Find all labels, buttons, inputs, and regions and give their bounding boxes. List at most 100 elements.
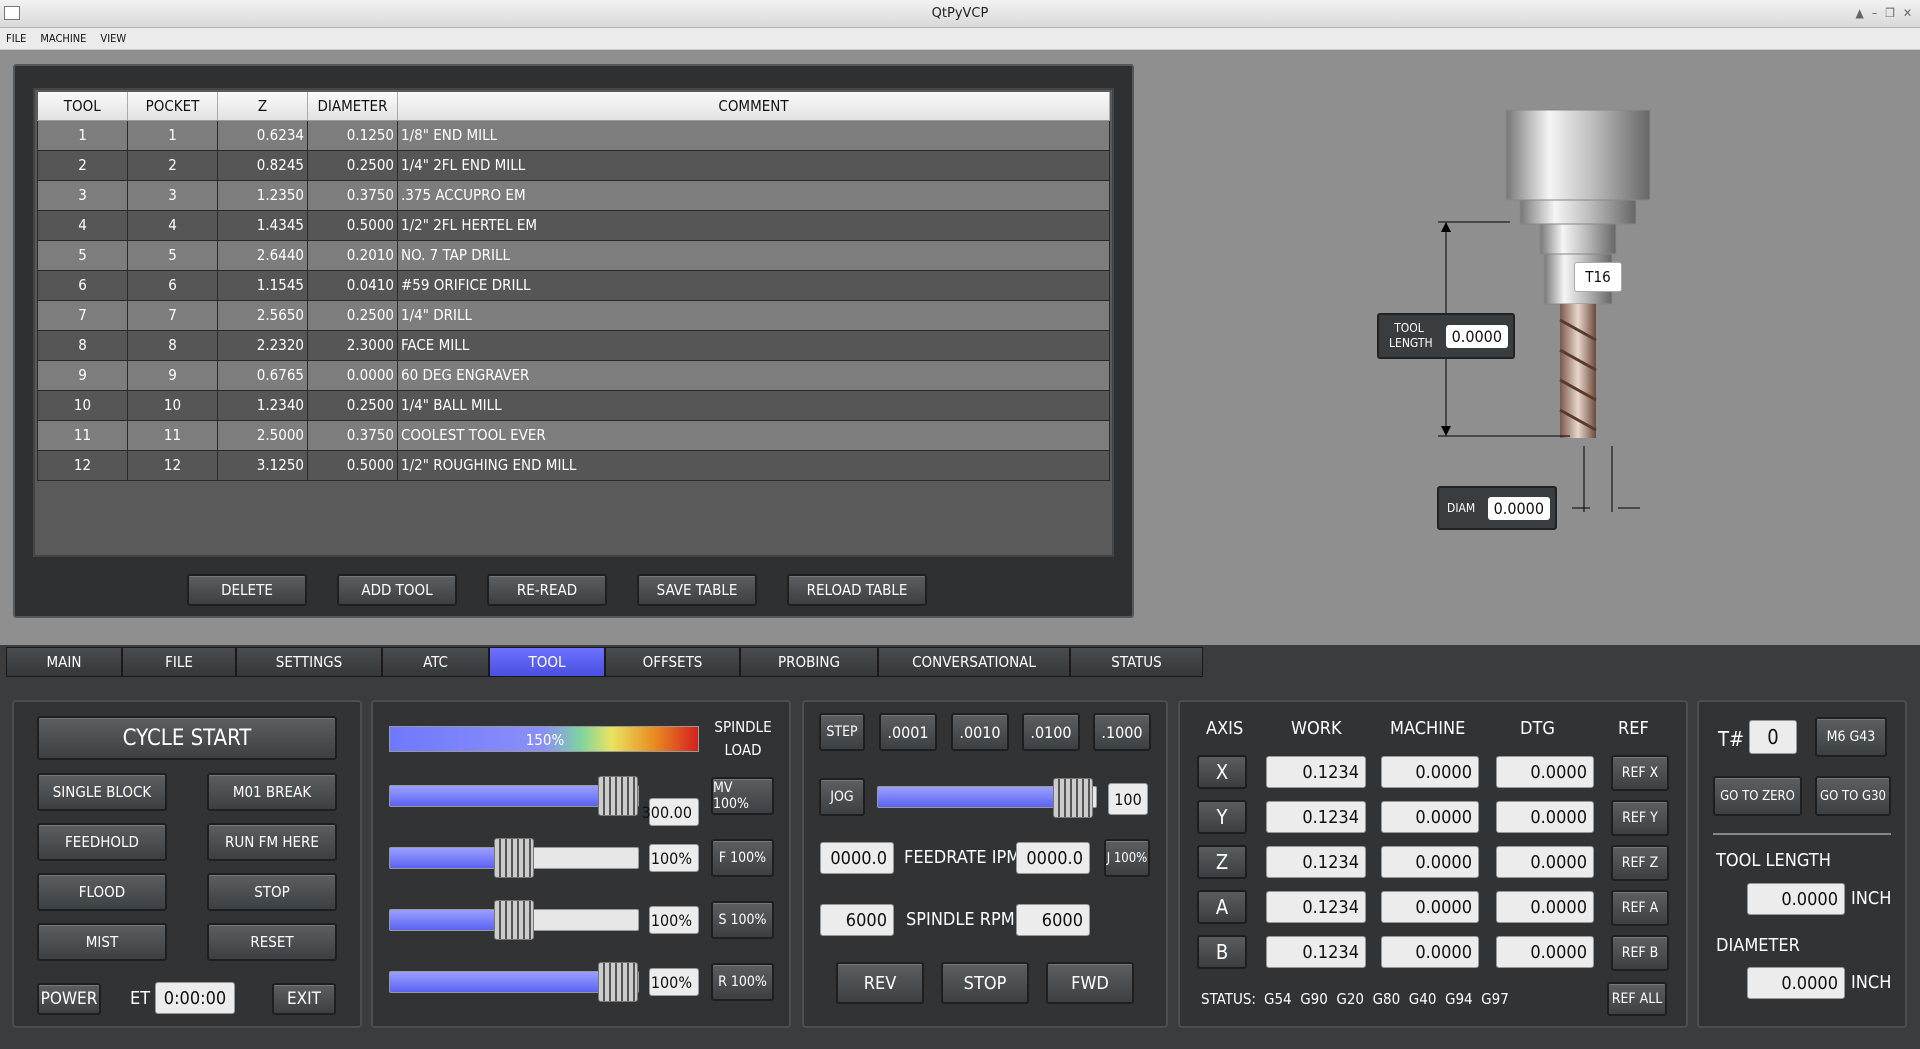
tab-file[interactable]: FILE — [122, 647, 236, 677]
flood-button[interactable]: FLOOD — [37, 873, 167, 911]
comment-cell[interactable]: FACE MILL — [397, 329, 1110, 361]
run-from-here-button[interactable]: RUN FM HERE — [207, 823, 337, 861]
col-pocket[interactable]: POCKET — [127, 92, 218, 121]
increment-0001-button[interactable]: .0001 — [879, 713, 937, 751]
rapid-override-handle[interactable] — [598, 962, 638, 1002]
comment-cell[interactable]: COOLEST TOOL EVER — [397, 419, 1110, 451]
z-cell[interactable]: 2.6440 — [217, 239, 308, 271]
m6-g43-button[interactable]: M6 G43 — [1815, 717, 1887, 757]
reload-table-button[interactable]: RELOAD TABLE — [787, 574, 927, 606]
tab-settings[interactable]: SETTINGS — [236, 647, 382, 677]
maximize-icon[interactable]: ❐ — [1885, 6, 1895, 20]
table-row[interactable]: 9 9 0.6765 0.0000 60 DEG ENGRAVER — [37, 359, 1110, 391]
spindle-fwd-button[interactable]: FWD — [1046, 962, 1134, 1004]
diameter-cell[interactable]: 0.2010 — [307, 239, 398, 271]
up-icon[interactable]: ▲ — [1856, 6, 1864, 20]
save-table-button[interactable]: SAVE TABLE — [637, 574, 757, 606]
table-row[interactable]: 5 5 2.6440 0.2010 NO. 7 TAP DRILL — [37, 239, 1110, 271]
tool-number-input[interactable]: 0 — [1749, 720, 1797, 754]
step-button[interactable]: STEP — [819, 713, 865, 751]
pocket-cell[interactable]: 5 — [127, 239, 218, 271]
jog-100-button[interactable]: J 100% — [1104, 839, 1150, 877]
comment-cell[interactable]: 1/4" BALL MILL — [397, 389, 1110, 421]
tab-status[interactable]: STATUS — [1070, 647, 1203, 677]
pocket-cell[interactable]: 2 — [127, 149, 218, 181]
table-row[interactable]: 12 12 3.1250 0.5000 1/2" ROUGHING END MILL — [37, 449, 1110, 481]
z-cell[interactable]: 2.5000 — [217, 419, 308, 451]
col-diameter[interactable]: DIAMETER — [307, 92, 398, 121]
ref-z-button[interactable]: REF Z — [1611, 845, 1669, 881]
go-to-g30-button[interactable]: GO TO G30 — [1815, 776, 1891, 816]
diameter-cell[interactable]: 0.0000 — [307, 359, 398, 391]
comment-cell[interactable]: NO. 7 TAP DRILL — [397, 239, 1110, 271]
z-cell[interactable]: 0.6234 — [217, 119, 308, 151]
comment-cell[interactable]: 60 DEG ENGRAVER — [397, 359, 1110, 391]
tab-probing[interactable]: PROBING — [740, 647, 878, 677]
spindle-override-reset-button[interactable]: S 100% — [711, 901, 774, 939]
tool-cell[interactable]: 4 — [37, 209, 128, 241]
max-velocity-reset-button[interactable]: MV 100% — [711, 777, 774, 815]
tool-cell[interactable]: 11 — [37, 419, 128, 451]
diameter-cell[interactable]: 0.0410 — [307, 269, 398, 301]
go-to-zero-button[interactable]: GO TO ZERO — [1713, 776, 1802, 816]
z-cell[interactable]: 2.5650 — [217, 299, 308, 331]
menu-file[interactable]: FILE — [6, 32, 26, 45]
tool-cell[interactable]: 10 — [37, 389, 128, 421]
cycle-start-button[interactable]: CYCLE START — [37, 716, 337, 760]
axis-x-button[interactable]: X — [1197, 755, 1247, 789]
z-cell[interactable]: 0.8245 — [217, 149, 308, 181]
comment-cell[interactable]: #59 ORIFICE DRILL — [397, 269, 1110, 301]
power-button[interactable]: POWER — [37, 983, 101, 1015]
diameter-cell[interactable]: 0.5000 — [307, 209, 398, 241]
tab-atc[interactable]: ATC — [382, 647, 489, 677]
feed-override-reset-button[interactable]: F 100% — [711, 839, 774, 877]
table-row[interactable]: 6 6 1.1545 0.0410 #59 ORIFICE DRILL — [37, 269, 1110, 301]
increment-0010-button[interactable]: .0010 — [951, 713, 1009, 751]
comment-cell[interactable]: 1/2" ROUGHING END MILL — [397, 449, 1110, 481]
pocket-cell[interactable]: 3 — [127, 179, 218, 211]
ref-all-button[interactable]: REF ALL — [1607, 982, 1667, 1016]
increment-0100-button[interactable]: .0100 — [1022, 713, 1080, 751]
diameter-cell[interactable]: 0.2500 — [307, 149, 398, 181]
minimize-icon[interactable]: – — [1872, 6, 1877, 20]
pocket-cell[interactable]: 9 — [127, 359, 218, 391]
col-comment[interactable]: COMMENT — [397, 92, 1110, 121]
diameter-cell[interactable]: 0.1250 — [307, 119, 398, 151]
col-z[interactable]: Z — [217, 92, 308, 121]
ref-y-button[interactable]: REF Y — [1611, 800, 1669, 836]
max-velocity-handle[interactable] — [598, 776, 638, 816]
exit-button[interactable]: EXIT — [272, 983, 336, 1015]
tab-tool[interactable]: TOOL — [489, 647, 605, 677]
delete-button[interactable]: DELETE — [187, 574, 307, 606]
z-cell[interactable]: 1.2350 — [217, 179, 308, 211]
reset-button[interactable]: RESET — [207, 923, 337, 961]
z-cell[interactable]: 1.4345 — [217, 209, 308, 241]
tab-conversational[interactable]: CONVERSATIONAL — [878, 647, 1070, 677]
tool-cell[interactable]: 7 — [37, 299, 128, 331]
stop-button[interactable]: STOP — [207, 873, 337, 911]
tool-cell[interactable]: 3 — [37, 179, 128, 211]
table-row[interactable]: 11 11 2.5000 0.3750 COOLEST TOOL EVER — [37, 419, 1110, 451]
spindle-override-handle[interactable] — [494, 900, 534, 940]
feed-override-handle[interactable] — [494, 838, 534, 878]
increment-1000-button[interactable]: .1000 — [1093, 713, 1151, 751]
table-row[interactable]: 3 3 1.2350 0.3750.375 ACCUPRO EM — [37, 179, 1110, 211]
diameter-cell[interactable]: 0.3750 — [307, 419, 398, 451]
pocket-cell[interactable]: 6 — [127, 269, 218, 301]
tool-cell[interactable]: 8 — [37, 329, 128, 361]
tab-main[interactable]: MAIN — [6, 647, 122, 677]
z-cell[interactable]: 3.1250 — [217, 449, 308, 481]
rapid-override-reset-button[interactable]: R 100% — [711, 963, 774, 1001]
mist-button[interactable]: MIST — [37, 923, 167, 961]
pocket-cell[interactable]: 11 — [127, 419, 218, 451]
pocket-cell[interactable]: 8 — [127, 329, 218, 361]
col-tool[interactable]: TOOL — [37, 92, 128, 121]
comment-cell[interactable]: 1/8" END MILL — [397, 119, 1110, 151]
ref-b-button[interactable]: REF B — [1611, 935, 1669, 971]
table-row[interactable]: 8 8 2.2320 2.3000 FACE MILL — [37, 329, 1110, 361]
z-cell[interactable]: 0.6765 — [217, 359, 308, 391]
add-tool-button[interactable]: ADD TOOL — [337, 574, 457, 606]
table-row[interactable]: 2 2 0.8245 0.2500 1/4" 2FL END MILL — [37, 149, 1110, 181]
tool-length-value[interactable]: 0.0000 — [1445, 324, 1508, 348]
pocket-cell[interactable]: 10 — [127, 389, 218, 421]
